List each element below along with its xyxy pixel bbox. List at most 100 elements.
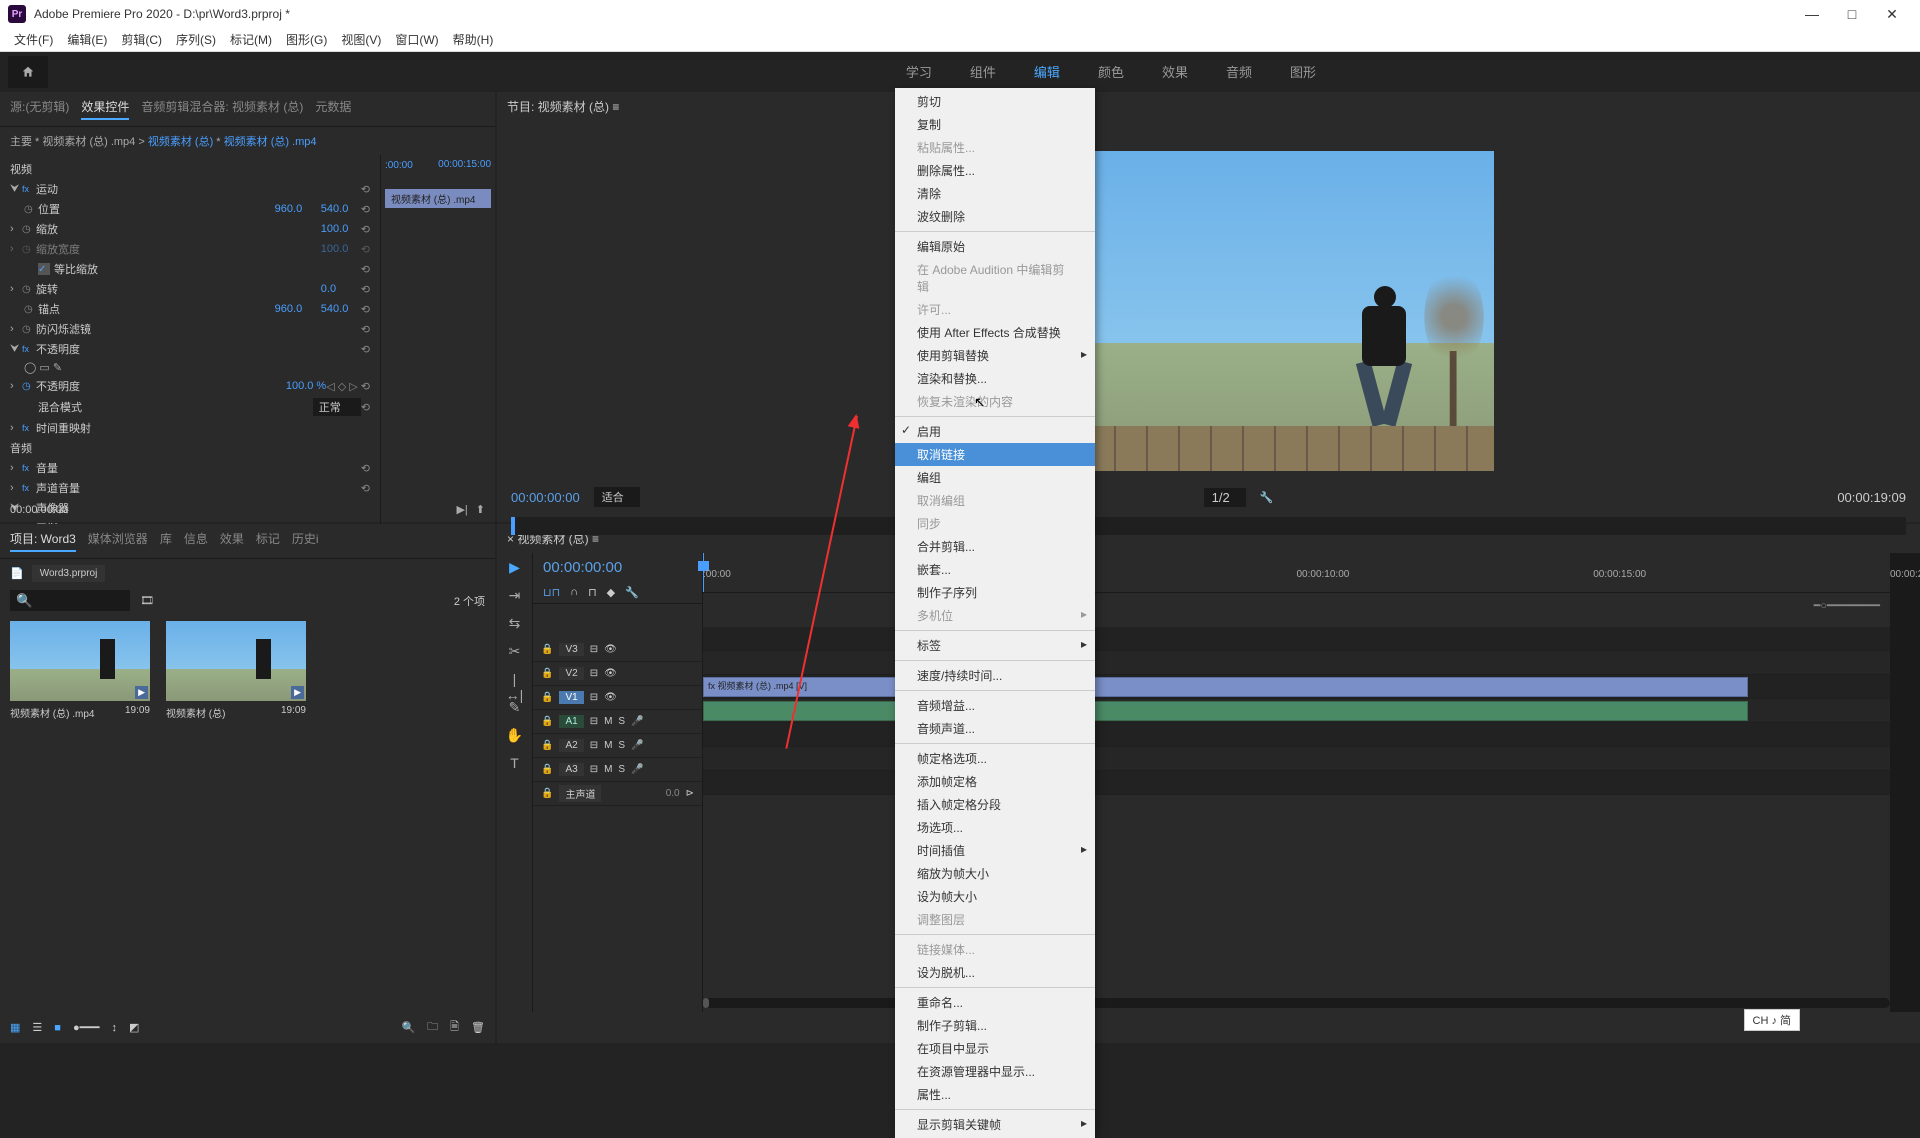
list-view-icon[interactable]: ▦ <box>10 1021 20 1034</box>
toggle-output-icon[interactable]: ⊟ <box>590 668 598 679</box>
find-icon[interactable]: 🔍 <box>401 1021 415 1034</box>
context-menu-item[interactable]: 设为帧大小 <box>895 885 1095 908</box>
filter-icon[interactable]: 🎞 <box>140 594 154 607</box>
project-item[interactable]: ▶视频素材 (总)19:09 <box>166 621 306 720</box>
track-select-tool-icon[interactable]: ⇥ <box>505 587 525 607</box>
audio-track-header[interactable]: 🔒 A2 ⊟ MS 🎤 <box>533 734 702 758</box>
hand-tool-icon[interactable]: ✋ <box>505 727 525 747</box>
menu-item[interactable]: 文件(F) <box>8 29 59 50</box>
video-clip[interactable]: fx 视频素材 (总) .mp4 [V] <box>703 677 1748 697</box>
menu-item[interactable]: 窗口(W) <box>389 29 444 50</box>
track-master[interactable] <box>703 771 1890 795</box>
program-tab[interactable]: 节目: 视频素材 (总) ≡ <box>497 92 1920 121</box>
channel-vol-label[interactable]: 声道音量 <box>36 480 361 496</box>
panel-tab[interactable]: 标记 <box>256 530 280 552</box>
context-menu-item[interactable]: 合并剪辑... <box>895 535 1095 558</box>
effect-timecode[interactable]: 00:00:00:00 <box>10 504 68 516</box>
lock-icon[interactable]: 🔒 <box>541 716 553 727</box>
context-menu-item[interactable]: 复制 <box>895 113 1095 136</box>
panel-tab[interactable]: 元数据 <box>315 98 351 120</box>
context-menu-item[interactable]: 音频增益... <box>895 694 1095 717</box>
reset-icon[interactable]: ⟲ <box>361 183 370 196</box>
track-label[interactable]: A2 <box>559 739 583 752</box>
menu-item[interactable]: 图形(G) <box>280 29 333 50</box>
voice-icon[interactable]: 🎤 <box>631 764 643 775</box>
toggle-output-icon[interactable]: ⊟ <box>590 740 598 751</box>
video-track-header[interactable]: 🔒 V2 ⊟ 👁 <box>533 662 702 686</box>
reset-icon[interactable]: ⟲ <box>361 283 370 296</box>
audio-track-header[interactable]: 🔒A1⊟MS🎤 <box>533 710 702 734</box>
context-menu-item[interactable]: 设为脱机... <box>895 961 1095 984</box>
new-item-icon[interactable]: 🗎 <box>450 1018 459 1037</box>
settings-icon[interactable]: 🔧 <box>1260 491 1274 504</box>
workspace-tab[interactable]: 效果 <box>1158 54 1192 91</box>
fit-dropdown[interactable]: 适合 <box>594 487 640 507</box>
solo-button[interactable]: S <box>618 740 625 751</box>
workspace-tab[interactable]: 颜色 <box>1094 54 1128 91</box>
context-menu-item[interactable]: 渲染和替换... <box>895 367 1095 390</box>
effect-seq-link[interactable]: 视频素材 (总) <box>148 136 213 148</box>
eye-icon[interactable]: 👁 <box>604 644 617 655</box>
panel-tab[interactable]: 源:(无剪辑) <box>10 98 69 120</box>
rotation-value[interactable]: 0.0 <box>321 283 361 295</box>
context-menu-item[interactable]: 清除 <box>895 182 1095 205</box>
voice-icon[interactable]: 🎤 <box>631 740 643 751</box>
marker-icon[interactable]: ⊓ <box>588 586 597 599</box>
mute-button[interactable]: M <box>604 764 612 775</box>
track-label[interactable]: V2 <box>559 667 583 680</box>
context-menu-item[interactable]: 波纹删除 <box>895 205 1095 228</box>
menu-item[interactable]: 序列(S) <box>170 29 222 50</box>
panel-tab[interactable]: 效果 <box>220 530 244 552</box>
context-menu-item[interactable]: 重命名... <box>895 991 1095 1014</box>
maximize-button[interactable]: □ <box>1832 6 1872 22</box>
pen-mask-icon[interactable]: ✎ <box>53 361 62 374</box>
effect-clip-link[interactable]: 视频素材 (总) .mp4 <box>224 136 317 148</box>
stopwatch-icon[interactable]: ◷ <box>22 284 36 295</box>
master-track-header[interactable]: 🔒主声道0.0⊳ <box>533 782 702 806</box>
voice-icon[interactable]: 🎤 <box>631 716 643 727</box>
reset-icon[interactable]: ⟲ <box>361 323 370 336</box>
uniform-scale-checkbox[interactable] <box>38 263 50 275</box>
lock-icon[interactable]: 🔒 <box>541 764 553 775</box>
context-menu-item[interactable]: 启用 <box>895 420 1095 443</box>
track-label[interactable]: A1 <box>559 715 583 728</box>
new-bin-icon[interactable]: 🗀 <box>427 1018 438 1037</box>
linked-sel-icon[interactable]: ∩ <box>570 586 578 599</box>
home-button[interactable] <box>8 56 48 88</box>
timeline-ruler[interactable]: :00:0000:00:05:0000:00:10:0000:00:15:000… <box>703 553 1890 593</box>
lock-icon[interactable]: 🔒 <box>541 668 553 679</box>
context-menu-item[interactable]: 删除属性... <box>895 159 1095 182</box>
solo-button[interactable]: S <box>618 716 625 727</box>
wrench-icon[interactable]: 🔧 <box>625 586 639 599</box>
opacity-value[interactable]: 100.0 % <box>286 380 326 392</box>
playhead-only-icon[interactable]: ▶| <box>456 503 467 516</box>
zoom-dropdown[interactable]: 1/2 <box>1204 488 1246 507</box>
close-button[interactable]: ✕ <box>1872 6 1912 23</box>
lock-icon[interactable]: 🔒 <box>541 740 553 751</box>
track-label[interactable]: V3 <box>559 643 583 656</box>
context-menu-item[interactable]: 使用剪辑替换 <box>895 344 1095 367</box>
stopwatch-icon[interactable]: ◷ <box>22 324 36 335</box>
pen-tool-icon[interactable]: ✎ <box>505 699 525 719</box>
reset-icon[interactable]: ⟲ <box>361 380 370 393</box>
context-menu-item[interactable]: 制作子序列 <box>895 581 1095 604</box>
track-a2[interactable] <box>703 723 1890 747</box>
mute-button[interactable]: M <box>604 740 612 751</box>
reset-icon[interactable]: ⟲ <box>361 343 370 356</box>
toggle-output-icon[interactable]: ⊟ <box>590 644 598 655</box>
menu-item[interactable]: 编辑(E) <box>61 29 113 50</box>
context-menu-item[interactable]: 使用 After Effects 合成替换 <box>895 321 1095 344</box>
context-menu-item[interactable]: 帧定格选项... <box>895 747 1095 770</box>
position-y[interactable]: 540.0 <box>321 203 361 215</box>
reset-icon[interactable]: ⟲ <box>361 462 370 475</box>
ripple-tool-icon[interactable]: ⇆ <box>505 615 525 635</box>
project-name[interactable]: Word3.prproj <box>32 565 106 582</box>
panel-tab[interactable]: 媒体浏览器 <box>88 530 148 552</box>
type-tool-icon[interactable]: T <box>505 755 525 775</box>
audio-track-header[interactable]: 🔒A3⊟MS🎤 <box>533 758 702 782</box>
panel-tab[interactable]: 项目: Word3 <box>10 530 76 552</box>
context-menu-item[interactable]: 剪切 <box>895 90 1095 113</box>
eye-icon[interactable]: 👁 <box>604 668 617 679</box>
track-a1[interactable] <box>703 699 1890 723</box>
razor-tool-icon[interactable]: ✂ <box>505 643 525 663</box>
